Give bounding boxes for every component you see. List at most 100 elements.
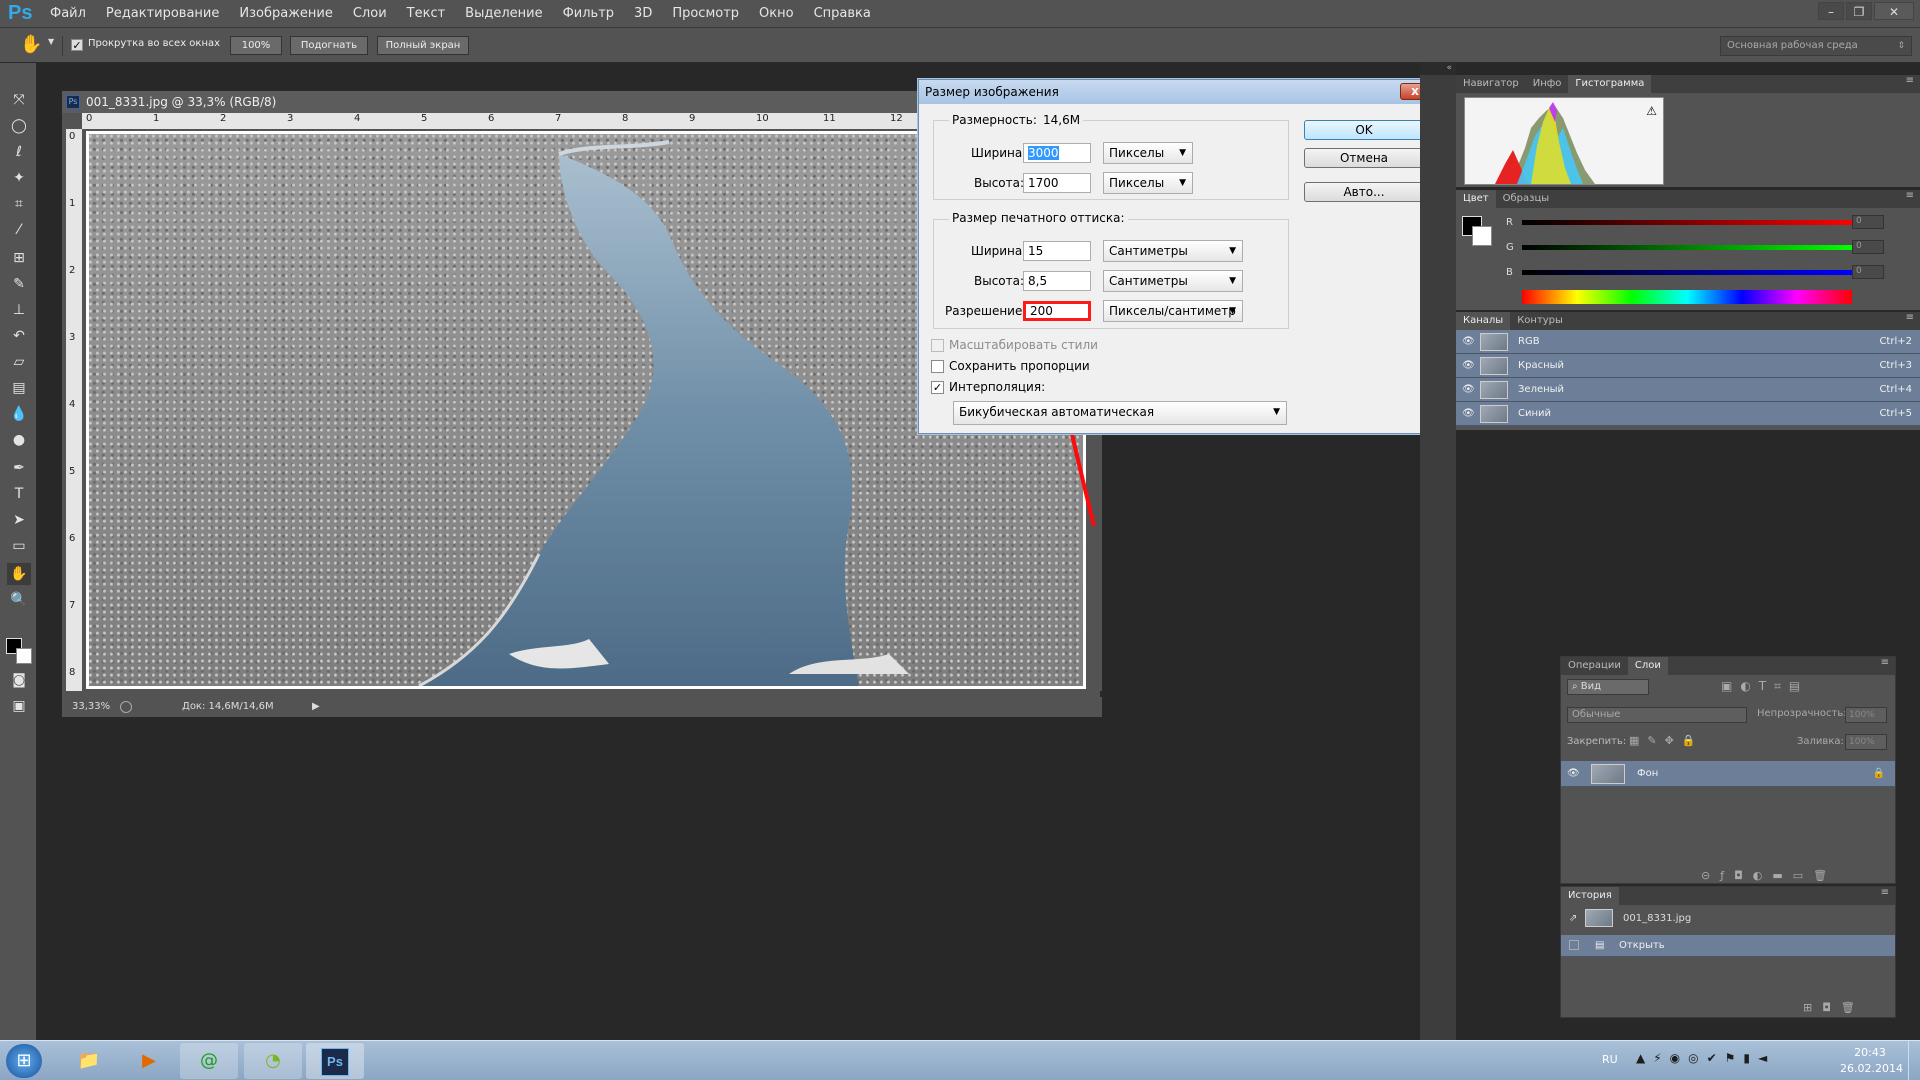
print-width-unit-select[interactable]: Сантиметры ▼	[1103, 240, 1243, 262]
language-indicator[interactable]: RU	[1602, 1053, 1618, 1066]
resample-checkbox[interactable]: ✓	[931, 381, 944, 394]
eye-icon[interactable]: 👁	[1462, 330, 1475, 354]
print-height-unit-select[interactable]: Сантиметры ▼	[1103, 270, 1243, 292]
document-size-legend: Размер печатного оттиска:	[949, 211, 1128, 225]
ok-button[interactable]: OK	[1304, 120, 1424, 140]
history-snapshot[interactable]: ⇗ 001_8331.jpg	[1561, 907, 1891, 931]
media-player-icon[interactable]: ▶	[120, 1043, 178, 1079]
channel-shortcut: Ctrl+4	[1879, 384, 1912, 395]
layer-name: Фон	[1637, 768, 1659, 779]
history-source-checkbox[interactable]	[1569, 940, 1579, 950]
tab-histogram[interactable]: Гистограмма	[1568, 75, 1652, 93]
start-button[interactable]: ⊞	[6, 1044, 42, 1078]
history-brush-icon[interactable]: ⇗	[1569, 907, 1577, 931]
dropdown-caret-icon: ▼	[1229, 276, 1236, 286]
channel-name: RGB	[1518, 336, 1540, 347]
channel-name: Зеленый	[1518, 384, 1565, 395]
warning-icon[interactable]: ⚠	[1646, 104, 1657, 118]
clock-date[interactable]: 26.02.2014	[1840, 1062, 1903, 1075]
b-value[interactable]: 0	[1852, 265, 1884, 279]
pixel-height-unit: Пикселы	[1109, 176, 1165, 190]
show-desktop-button[interactable]	[1908, 1041, 1920, 1080]
pixel-width-value: 3000	[1028, 146, 1059, 160]
panel-menu-icon[interactable]: ≡	[1906, 75, 1914, 86]
print-height-input[interactable]: 8,5	[1023, 271, 1091, 291]
explorer-icon[interactable]: 📁	[60, 1043, 118, 1079]
pixel-height-label: Высота:	[974, 176, 1025, 190]
layer-row[interactable]: 👁 Фон 🔒	[1561, 761, 1895, 787]
constrain-proportions-checkbox[interactable]	[931, 360, 944, 373]
g-slider[interactable]	[1522, 245, 1852, 250]
tray-icons[interactable]: ▲⚡◉◎✔⚑▮◄	[1636, 1051, 1775, 1065]
history-step[interactable]: ▤ Открыть	[1561, 935, 1895, 957]
pixel-width-unit-select[interactable]: Пикселы ▼	[1103, 142, 1193, 164]
resample-method-select[interactable]: Бикубическая автоматическая ▼	[953, 401, 1287, 425]
tab-actions[interactable]: Операции	[1561, 657, 1628, 675]
constrain-proportions-label: Сохранить пропорции	[949, 359, 1090, 373]
histogram-panel: Навигатор Инфо Гистограмма ≡ ⚠	[1456, 75, 1920, 187]
print-width-input[interactable]: 15	[1023, 241, 1091, 261]
tab-swatches[interactable]: Образцы	[1496, 190, 1557, 208]
pixel-width-input[interactable]: 3000	[1023, 143, 1091, 163]
tab-history[interactable]: История	[1561, 887, 1619, 905]
layer-filter-icons[interactable]: ▣◐T⌗▤	[1721, 679, 1808, 694]
channel-name: Красный	[1518, 360, 1565, 371]
tab-paths[interactable]: Контуры	[1510, 312, 1570, 330]
photoshop-window: Ps Файл Редактирование Изображение Слои …	[0, 0, 1920, 1080]
channel-row[interactable]: 👁 RGB Ctrl+2	[1456, 330, 1920, 354]
print-height-unit: Сантиметры	[1109, 274, 1188, 288]
tab-color[interactable]: Цвет	[1456, 190, 1496, 208]
r-slider[interactable]	[1522, 220, 1852, 225]
resolution-unit-select[interactable]: Пикселы/сантиметр ▼	[1103, 300, 1243, 322]
layer-filter-select[interactable]: ⌕ Вид	[1567, 679, 1649, 695]
g-value[interactable]: 0	[1852, 240, 1884, 254]
photoshop-taskbar-button[interactable]: Ps	[306, 1043, 364, 1079]
r-value[interactable]: 0	[1852, 215, 1884, 229]
tab-navigator[interactable]: Навигатор	[1456, 75, 1526, 93]
pixel-height-input[interactable]: 1700	[1023, 173, 1091, 193]
dropdown-caret-icon: ▼	[1229, 306, 1236, 316]
eye-icon[interactable]: 👁	[1462, 354, 1475, 378]
channel-shortcut: Ctrl+3	[1879, 360, 1912, 371]
blend-mode-select[interactable]: Обычные	[1567, 707, 1747, 723]
expand-panels-icon[interactable]: «	[1420, 63, 1456, 75]
eye-icon[interactable]: 👁	[1462, 402, 1475, 426]
layer-action-icons[interactable]: ⊝ƒ◘◐▬▭🗑	[1701, 869, 1837, 882]
eye-icon[interactable]: 👁	[1567, 761, 1580, 787]
pixel-height-unit-select[interactable]: Пикселы ▼	[1103, 172, 1193, 194]
cancel-button[interactable]: Отмена	[1304, 148, 1424, 168]
panel-menu-icon[interactable]: ≡	[1906, 312, 1914, 323]
history-action-icons[interactable]: ⊞◘🗑	[1803, 1001, 1865, 1014]
histogram-graph: ⚠	[1464, 97, 1664, 185]
eye-icon[interactable]: 👁	[1462, 378, 1475, 402]
lock-label: Закрепить:	[1567, 736, 1627, 747]
resolution-unit: Пикселы/сантиметр	[1109, 304, 1236, 318]
background-swatch[interactable]	[1472, 226, 1492, 246]
fill-input[interactable]: 100%	[1845, 734, 1887, 750]
color-spectrum[interactable]	[1522, 290, 1852, 304]
channel-row[interactable]: 👁 Зеленый Ctrl+4	[1456, 378, 1920, 402]
snapshot-thumbnail	[1585, 909, 1613, 927]
resolution-input[interactable]: 200	[1023, 301, 1091, 321]
document-icon: ▤	[1595, 940, 1605, 951]
panel-menu-icon[interactable]: ≡	[1881, 657, 1889, 668]
lock-icon: 🔒	[1872, 768, 1885, 779]
auto-button[interactable]: Авто...	[1304, 182, 1424, 202]
clock-time[interactable]: 20:43	[1840, 1046, 1900, 1059]
tab-layers[interactable]: Слои	[1627, 657, 1668, 675]
tab-channels[interactable]: Каналы	[1456, 312, 1511, 330]
history-tabs: История ≡	[1561, 887, 1895, 905]
panel-menu-icon[interactable]: ≡	[1881, 887, 1889, 898]
channel-row[interactable]: 👁 Красный Ctrl+3	[1456, 354, 1920, 378]
scale-styles-checkbox[interactable]	[931, 339, 944, 352]
lock-icons[interactable]: ▦✎✥🔒	[1629, 734, 1704, 747]
pixel-dimensions-value: 14,6M	[1040, 113, 1084, 127]
b-slider[interactable]	[1522, 270, 1852, 275]
opacity-input[interactable]: 100%	[1845, 707, 1887, 723]
browser-icon[interactable]: ◔	[244, 1043, 302, 1079]
panel-menu-icon[interactable]: ≡	[1906, 190, 1914, 201]
mail-agent-icon[interactable]: @	[180, 1043, 238, 1079]
channel-row[interactable]: 👁 Синий Ctrl+5	[1456, 402, 1920, 426]
tab-info[interactable]: Инфо	[1526, 75, 1569, 93]
channel-thumbnail	[1480, 405, 1508, 423]
